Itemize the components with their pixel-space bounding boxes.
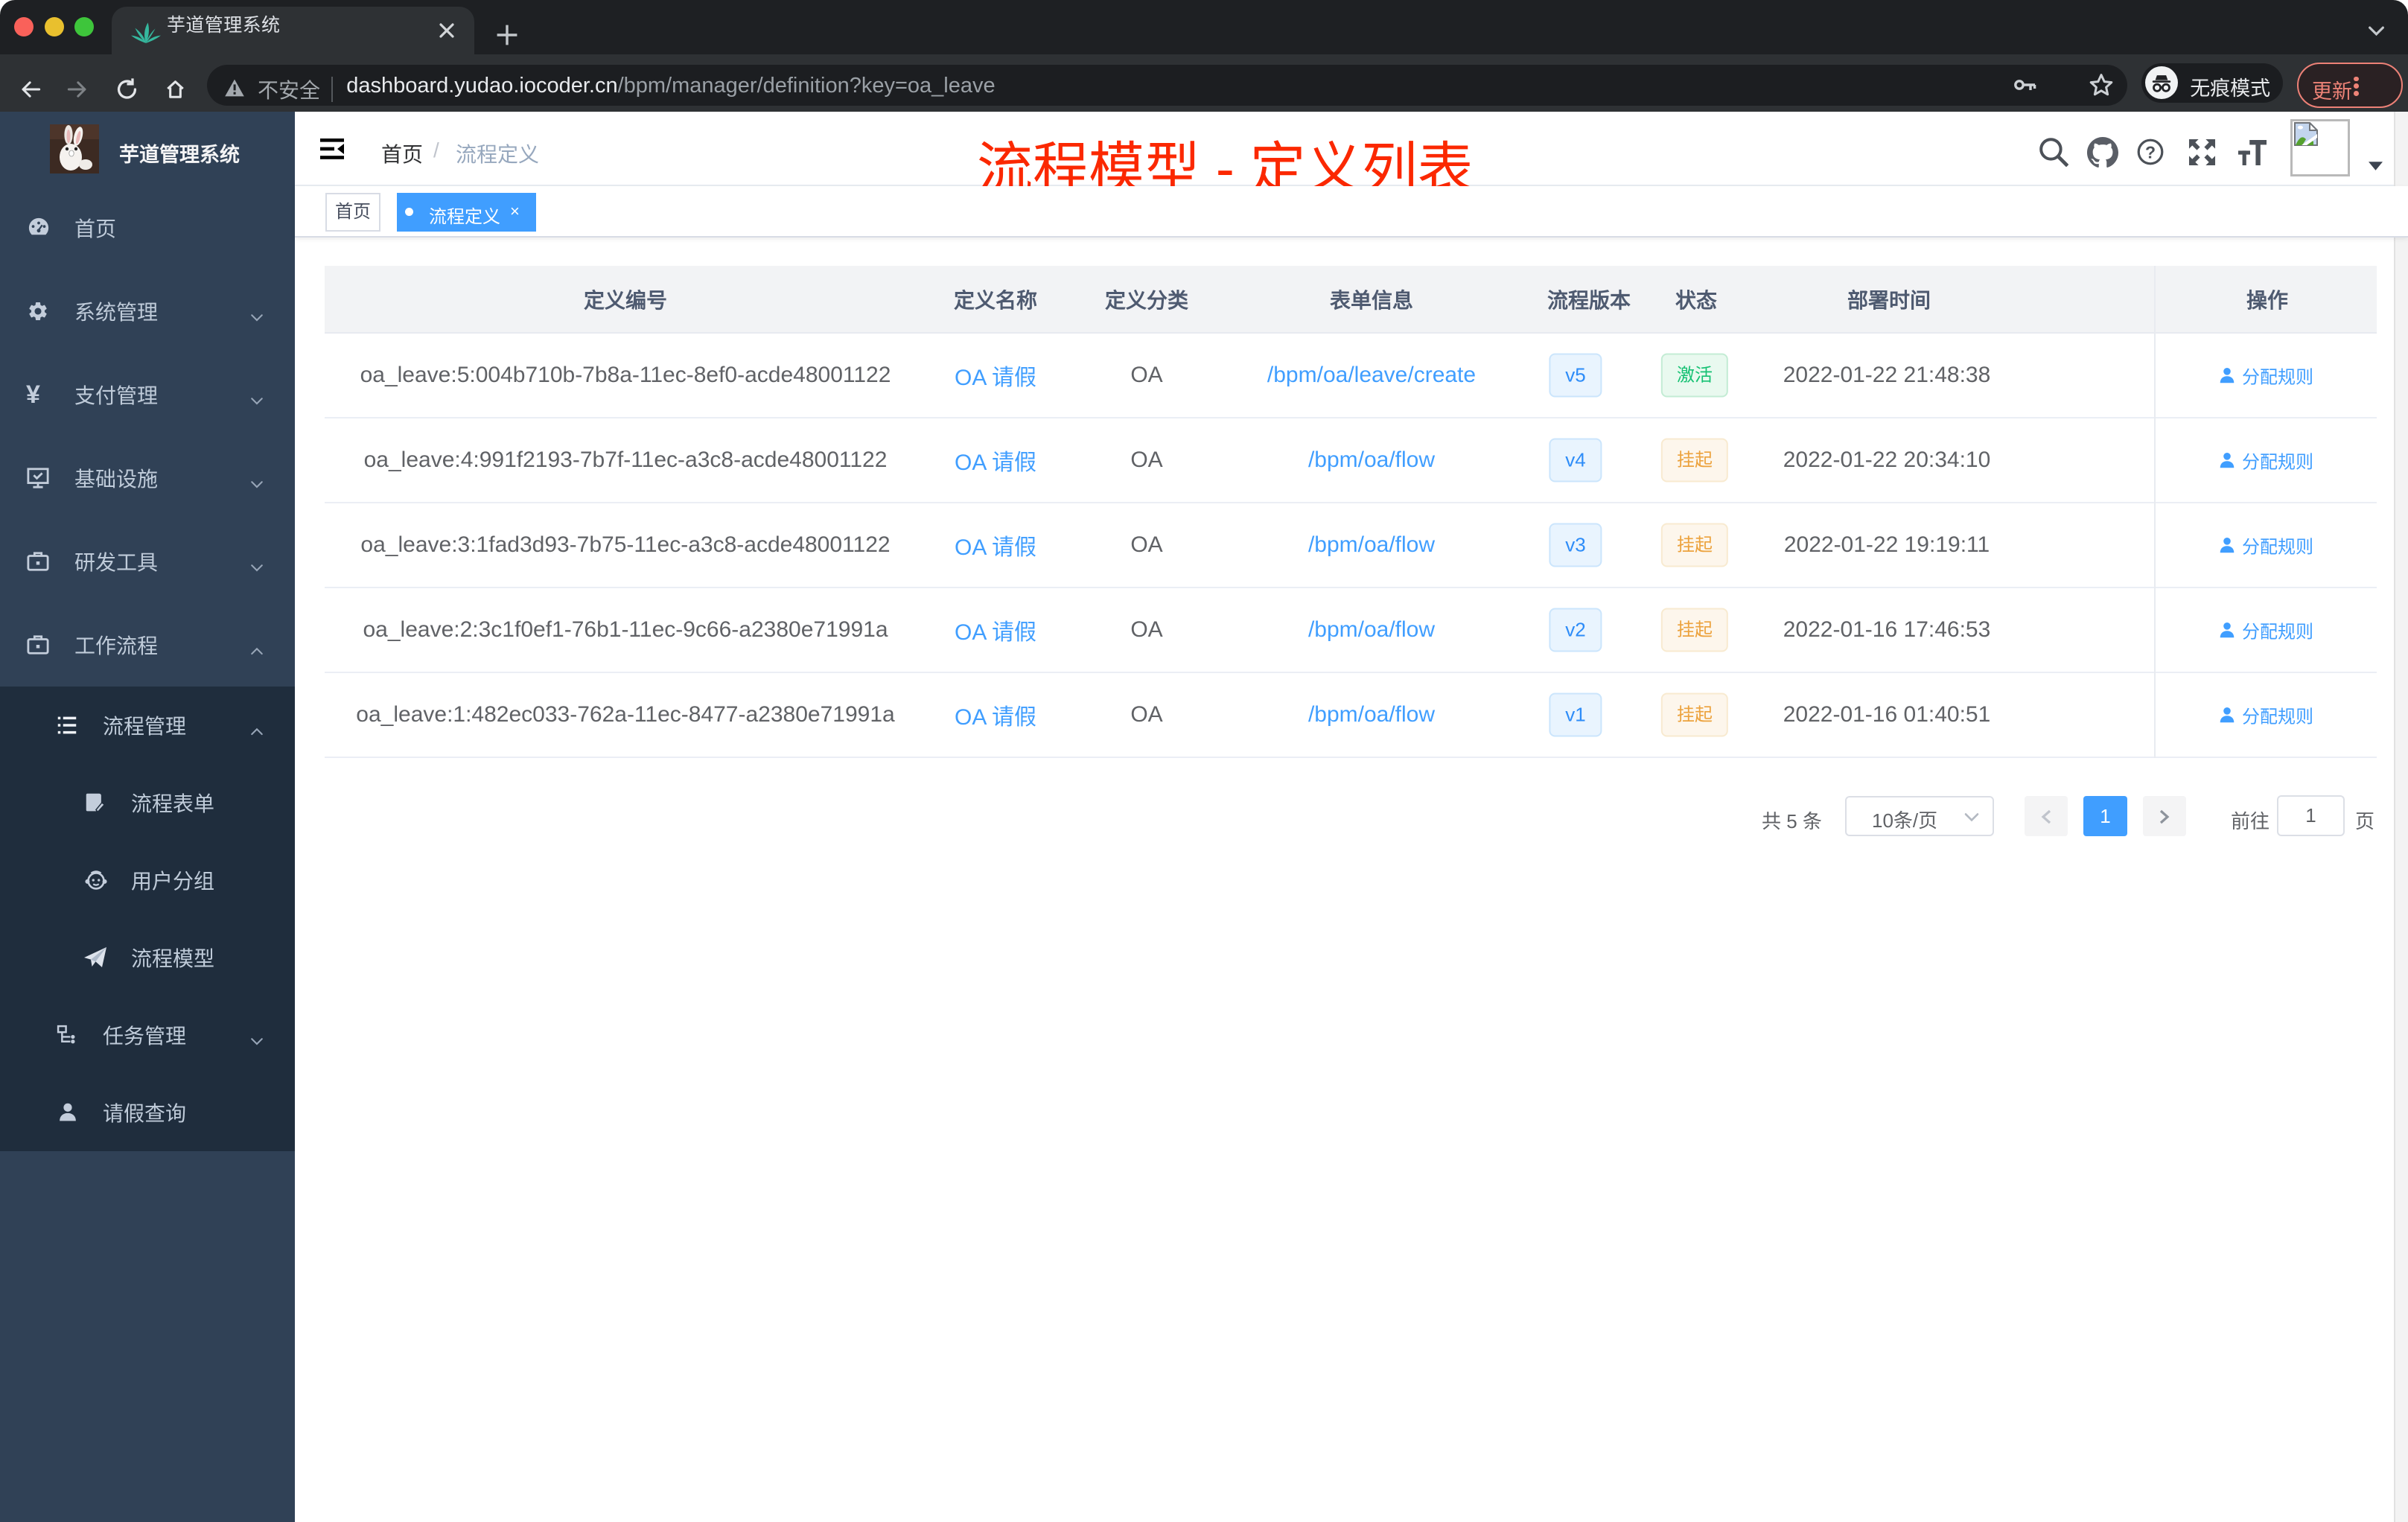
svg-text:?: ? bbox=[2145, 142, 2156, 162]
